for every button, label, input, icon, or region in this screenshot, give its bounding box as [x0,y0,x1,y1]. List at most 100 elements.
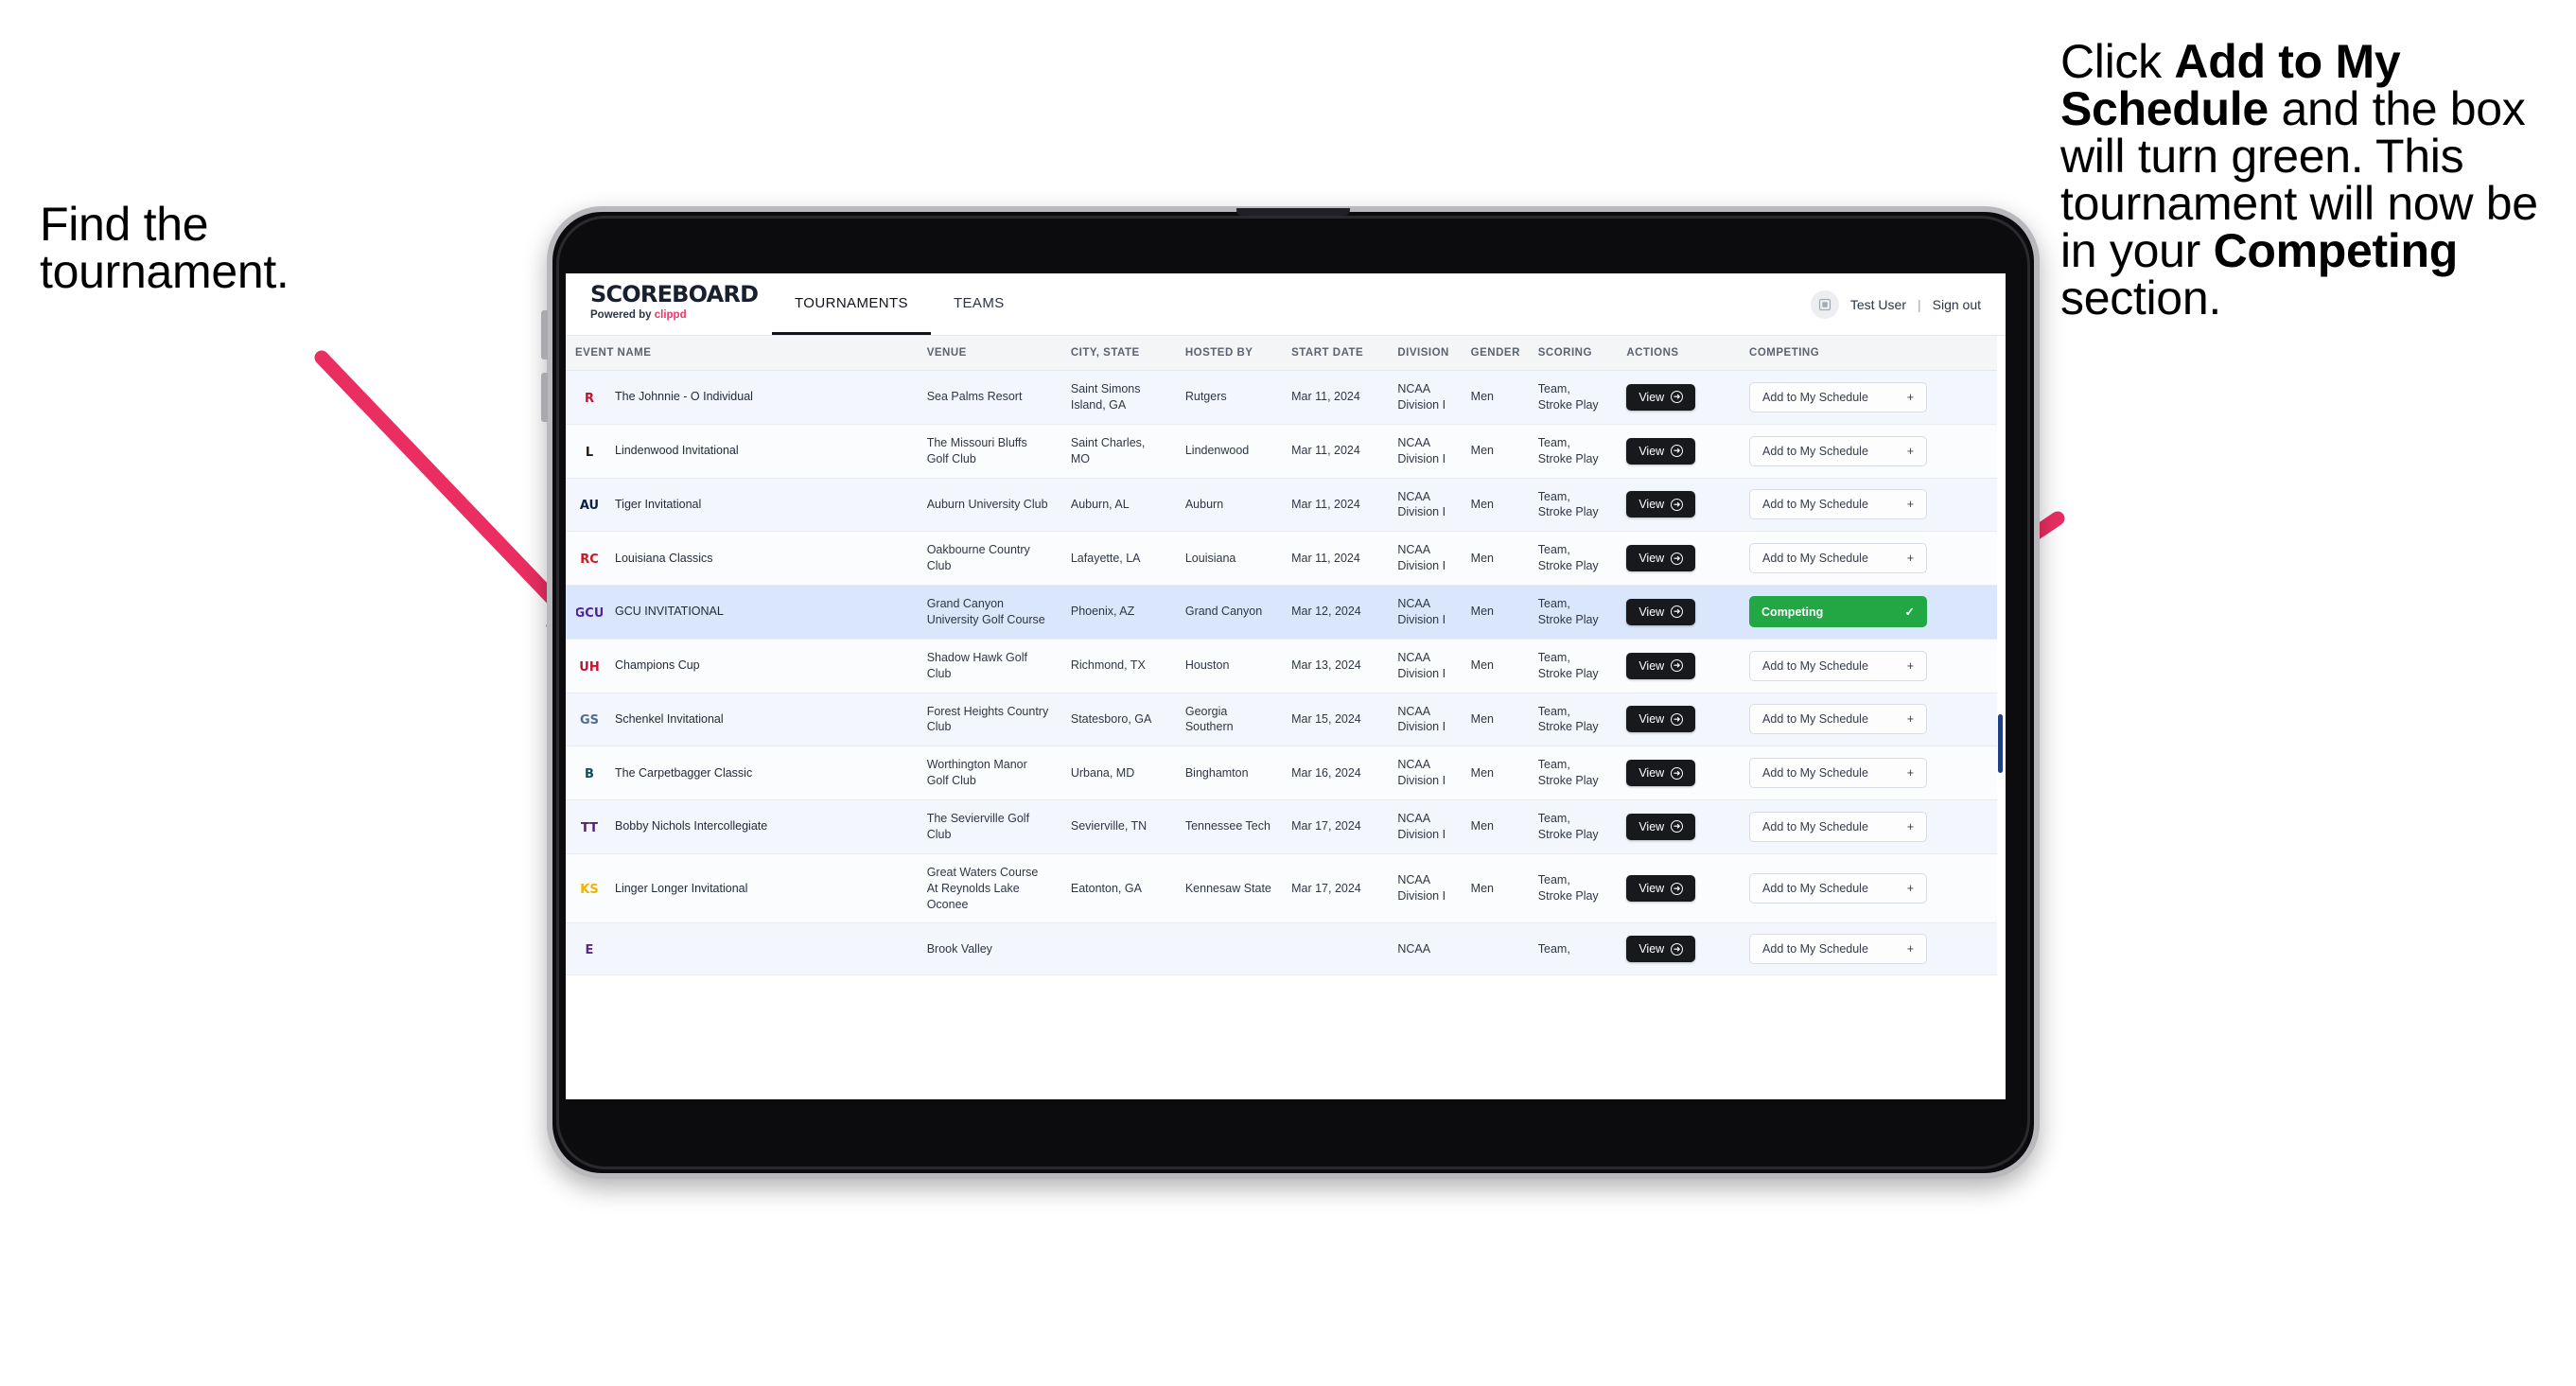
cell-gender: Men [1461,853,1529,924]
table-row[interactable]: RC Louisiana Classics Oakbourne Country Cl… [566,531,1997,586]
cell-scoring: Team, Stroke Play [1528,585,1618,640]
cell-gender: Men [1461,693,1529,747]
add-to-my-schedule-button[interactable]: Add to My Schedule + [1749,435,1928,466]
cell-start-date: Mar 11, 2024 [1282,531,1389,586]
arrow-right-circle-icon: ➜ [1671,820,1684,833]
cell-event-name: RC Louisiana Classics [566,531,918,586]
cell-venue: Auburn University Club [917,478,1061,533]
table-row[interactable]: TT Bobby Nichols Intercollegiate The Sevie… [566,799,1997,854]
cell-hosted-by: Georgia Southern [1175,693,1283,747]
cell-city-state: Phoenix, AZ [1060,585,1176,640]
table-row[interactable]: R The Johnnie - O Individual Sea Palms Res… [566,370,1997,425]
cell-city-state: Saint Simons Island, GA [1060,370,1176,425]
table-row[interactable]: GS Schenkel Invitational Forest Heights Co… [566,693,1997,747]
cell-competing: Add to My Schedule + [1740,746,1997,800]
user-name-label: Test User [1849,296,1906,312]
cell-hosted-by [1175,922,1283,976]
table-row[interactable]: L Lindenwood Invitational The Missouri Blu… [566,424,1997,479]
tab-tournaments[interactable]: TOURNAMENTS [772,273,931,335]
event-name-label: GCU INVITATIONAL [615,605,724,619]
cell-gender [1461,922,1529,976]
cell-scoring: Team, Stroke Play [1528,531,1618,586]
volume-down-button[interactable] [541,373,548,422]
add-to-my-schedule-button[interactable]: Add to My Schedule + [1749,704,1928,735]
arrow-right-circle-icon: ➜ [1671,552,1684,565]
cell-hosted-by: Binghamton [1175,746,1283,800]
cell-division: NCAA Division I [1388,799,1462,854]
add-to-my-schedule-button[interactable]: Add to My Schedule + [1749,758,1928,789]
add-to-my-schedule-button[interactable]: Add to My Schedule + [1749,543,1928,574]
table-body: R The Johnnie - O Individual Sea Palms Res… [566,370,1997,976]
view-button[interactable]: View ➜ [1626,437,1696,465]
main-nav: TOURNAMENTS TEAMS [772,273,1027,335]
plus-icon: + [1906,712,1915,727]
cell-actions: View ➜ [1617,746,1741,800]
cell-start-date: Mar 15, 2024 [1282,693,1389,747]
table-row[interactable]: UH Champions Cup Shadow Hawk Golf Club Rich… [566,639,1997,693]
grand-canyon-lopes-logo-icon: GCU [575,599,604,625]
tab-teams[interactable]: TEAMS [931,273,1027,335]
cell-venue: Forest Heights Country Club [917,693,1061,747]
view-button-label: View [1638,712,1665,727]
cell-competing: Add to My Schedule + [1740,853,1997,924]
event-name-label: Lindenwood Invitational [615,444,739,458]
add-to-my-schedule-label: Add to My Schedule [1762,552,1868,566]
cell-gender: Men [1461,639,1529,693]
add-to-my-schedule-button[interactable]: Add to My Schedule + [1749,650,1928,681]
brand-subtitle: Powered by clippd [590,309,764,321]
view-button-label: View [1638,766,1665,781]
competing-button[interactable]: Competing ✓ [1749,596,1928,628]
table-row[interactable]: AU Tiger Invitational Auburn University Cl… [566,478,1997,533]
view-button[interactable]: View ➜ [1626,383,1696,411]
view-button[interactable]: View ➜ [1626,598,1696,625]
add-to-my-schedule-label: Add to My Schedule [1762,444,1868,458]
view-button[interactable]: View ➜ [1626,936,1696,963]
table-row[interactable]: KS Linger Longer Invitational Great Waters… [566,853,1997,924]
view-button[interactable]: View ➜ [1626,760,1696,787]
view-button[interactable]: View ➜ [1626,875,1696,903]
view-button-label: View [1638,819,1665,833]
col-venue: VENUE [917,336,1061,371]
volume-up-button[interactable] [541,310,548,360]
table-row[interactable]: B The Carpetbagger Classic Worthington Man… [566,746,1997,800]
view-button[interactable]: View ➜ [1626,706,1696,733]
cell-start-date: Mar 17, 2024 [1282,799,1389,854]
view-button[interactable]: View ➜ [1626,813,1696,840]
col-start-date: START DATE [1282,336,1389,371]
cell-scoring: Team, Stroke Play [1528,799,1618,854]
cell-start-date: Mar 11, 2024 [1282,424,1389,479]
add-to-my-schedule-button[interactable]: Add to My Schedule + [1749,934,1928,965]
cell-division: NCAA [1388,922,1462,976]
table-row[interactable]: GCU GCU INVITATIONAL Grand Canyon Universi… [566,585,1997,640]
cell-city-state: Lafayette, LA [1060,531,1176,586]
add-to-my-schedule-button[interactable]: Add to My Schedule + [1749,873,1928,904]
view-button[interactable]: View ➜ [1626,652,1696,679]
arrow-right-circle-icon: ➜ [1671,445,1684,458]
sign-out-link[interactable]: Sign out [1933,297,1981,312]
add-to-my-schedule-label: Add to My Schedule [1762,819,1868,833]
view-button-label: View [1638,444,1665,458]
cell-competing: Add to My Schedule + [1740,639,1997,693]
svg-text:KS: KS [580,883,598,897]
user-avatar-icon[interactable] [1810,289,1839,319]
view-button-label: View [1638,552,1665,566]
view-button[interactable]: View ➜ [1626,545,1696,572]
view-button-label: View [1638,498,1665,512]
table-row[interactable]: E Brook Valley NCAA Team, View ➜ Add to My Sch… [566,922,1997,976]
vertical-scrollbar[interactable] [1998,714,2003,773]
ecu-pirates-logo-icon: E [575,936,604,962]
svg-text:R: R [585,392,594,406]
arrow-right-circle-icon: ➜ [1671,498,1684,511]
annotation-left-line2: tournament. [40,245,289,298]
add-to-my-schedule-button[interactable]: Add to My Schedule + [1749,811,1928,842]
add-to-my-schedule-button[interactable]: Add to My Schedule + [1749,381,1928,412]
houston-cougars-logo-icon: UH [575,653,604,679]
cell-scoring: Team, Stroke Play [1528,746,1618,800]
cell-competing: Add to My Schedule + [1740,478,1997,533]
add-to-my-schedule-button[interactable]: Add to My Schedule + [1749,489,1928,520]
cell-scoring: Team, Stroke Play [1528,478,1618,533]
cell-actions: View ➜ [1617,585,1741,640]
cell-actions: View ➜ [1617,531,1741,586]
cell-division: NCAA Division I [1388,370,1462,425]
view-button[interactable]: View ➜ [1626,491,1696,518]
